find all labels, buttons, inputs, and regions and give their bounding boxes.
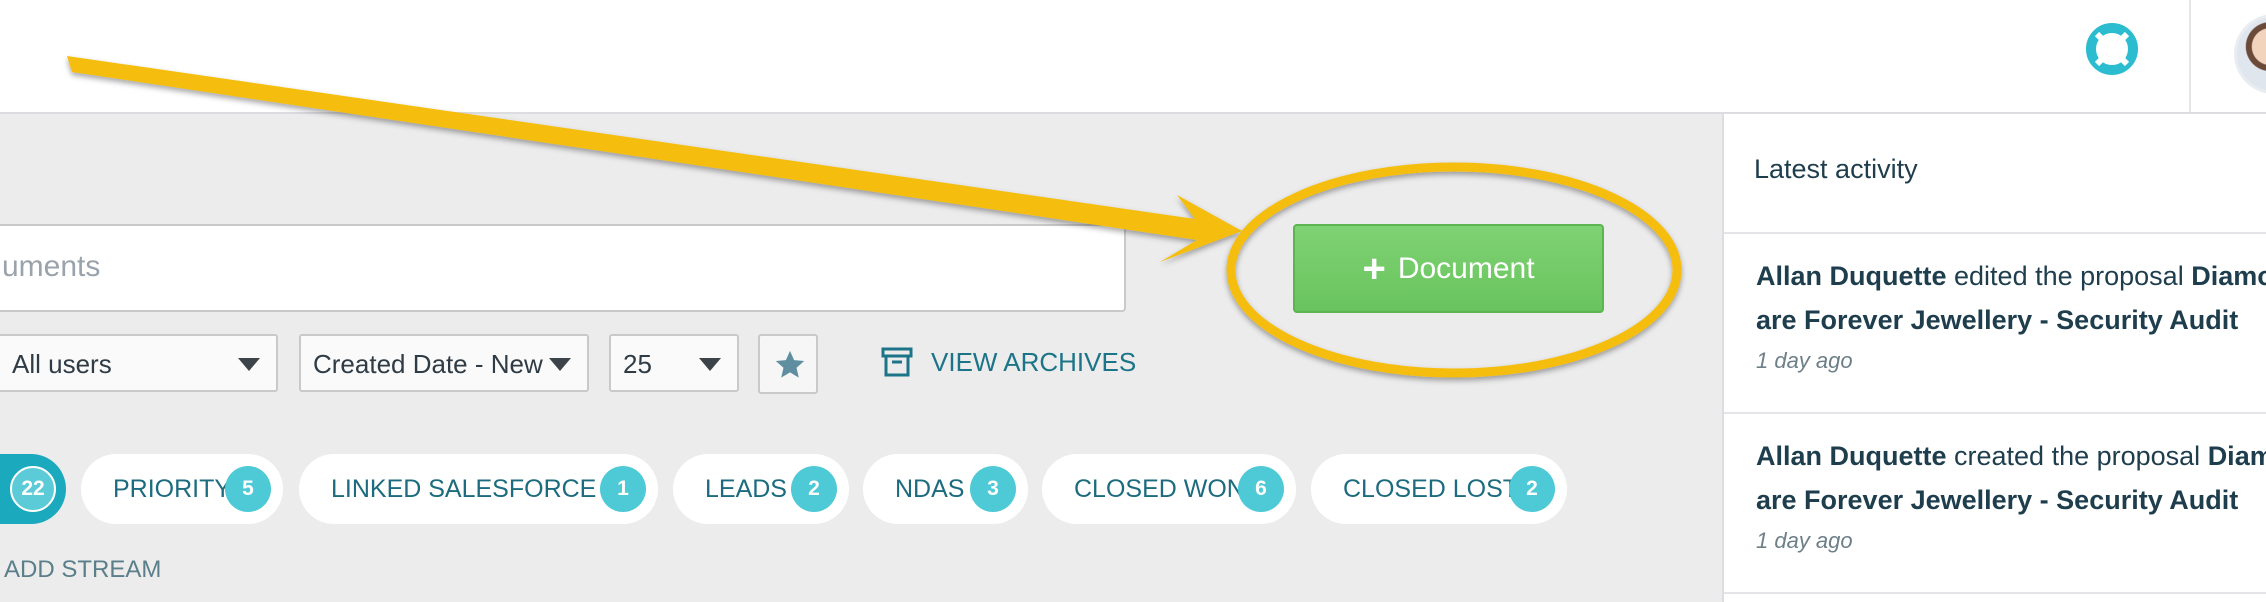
divider xyxy=(1724,412,2266,414)
search-input[interactable]: uments xyxy=(0,224,1126,312)
stream-count-badge: 2 xyxy=(1509,466,1555,512)
documents-main: uments + Document All users Created Date… xyxy=(0,114,1722,602)
activity-sidebar: Latest activity Allan Duquette edited th… xyxy=(1722,114,2266,602)
divider xyxy=(1724,232,2266,234)
activity-user[interactable]: Allan Duquette xyxy=(1756,441,1947,471)
add-stream-link[interactable]: ADD STREAM xyxy=(4,556,161,584)
chevron-down-icon xyxy=(238,358,260,371)
page-size-value: 25 xyxy=(623,349,652,379)
divider xyxy=(1724,592,2266,594)
stream-linked-salesforce[interactable]: LINKED SALESFORCE ... 1 xyxy=(299,454,658,524)
favorites-filter-button[interactable] xyxy=(758,334,818,394)
view-archives-link[interactable]: VIEW ARCHIVES xyxy=(881,342,1136,382)
add-document-label: Document xyxy=(1397,251,1535,285)
stream-priority[interactable]: PRIORITY 5 xyxy=(81,454,283,524)
stream-count-badge: 6 xyxy=(1238,466,1284,512)
activity-action: edited the proposal xyxy=(1946,261,2192,291)
topbar-divider xyxy=(2189,0,2191,112)
search-placeholder: uments xyxy=(2,250,101,283)
users-filter-select[interactable]: All users xyxy=(0,334,278,392)
archive-box-icon xyxy=(881,347,913,377)
stream-closed-won[interactable]: CLOSED WON 6 xyxy=(1042,454,1296,524)
stream-closed-lost[interactable]: CLOSED LOST 2 xyxy=(1311,454,1567,524)
stream-count-badge: 5 xyxy=(225,466,271,512)
view-archives-label: VIEW ARCHIVES xyxy=(931,346,1137,377)
sort-select[interactable]: Created Date - New xyxy=(299,334,589,392)
stream-count-badge: 22 xyxy=(10,466,56,512)
sidebar-title: Latest activity xyxy=(1754,154,1918,184)
plus-icon: + xyxy=(1362,246,1386,291)
stream-all[interactable]: 22 xyxy=(0,454,66,524)
stream-leads[interactable]: LEADS 2 xyxy=(673,454,849,524)
stream-label: LINKED SALESFORCE ... xyxy=(331,474,625,503)
activity-action: created the proposal xyxy=(1946,441,2208,471)
star-icon xyxy=(775,350,805,378)
activity-item[interactable]: Allan Duquette edited the proposal Diamo… xyxy=(1756,254,2266,374)
lifebuoy-icon[interactable] xyxy=(2084,21,2140,77)
stream-count-badge: 1 xyxy=(600,466,646,512)
stream-label: CLOSED LOST xyxy=(1343,474,1519,503)
users-filter-value: All users xyxy=(12,349,112,379)
activity-text: Allan Duquette created the proposal Diam… xyxy=(1756,434,2266,522)
stream-label: NDAS xyxy=(895,474,965,503)
stream-label: LEADS xyxy=(705,474,787,503)
top-bar xyxy=(0,0,2266,114)
activity-document-continued[interactable]: are Forever Jewellery - Security Audit xyxy=(1756,485,2238,515)
activity-document[interactable]: Diamo xyxy=(2191,261,2266,291)
user-avatar[interactable] xyxy=(2234,14,2266,94)
activity-time: 1 day ago xyxy=(1756,528,1853,553)
stream-count-badge: 3 xyxy=(970,466,1016,512)
activity-item[interactable]: Allan Duquette created the proposal Diam… xyxy=(1756,434,2266,554)
page-size-select[interactable]: 25 xyxy=(609,334,739,392)
sort-value: Created Date - New xyxy=(313,349,543,379)
activity-text: Allan Duquette edited the proposal Diamo… xyxy=(1756,254,2266,342)
stream-label: CLOSED WON xyxy=(1074,474,1245,503)
stream-count-badge: 2 xyxy=(791,466,837,512)
stream-label: PRIORITY xyxy=(113,474,232,503)
activity-user[interactable]: Allan Duquette xyxy=(1756,261,1947,291)
activity-document-continued[interactable]: are Forever Jewellery - Security Audit xyxy=(1756,305,2238,335)
activity-document[interactable]: Diam xyxy=(2208,441,2266,471)
stream-ndas[interactable]: NDAS 3 xyxy=(863,454,1028,524)
activity-time: 1 day ago xyxy=(1756,348,1853,373)
chevron-down-icon xyxy=(549,358,571,371)
add-document-button[interactable]: + Document xyxy=(1293,224,1604,313)
chevron-down-icon xyxy=(699,358,721,371)
